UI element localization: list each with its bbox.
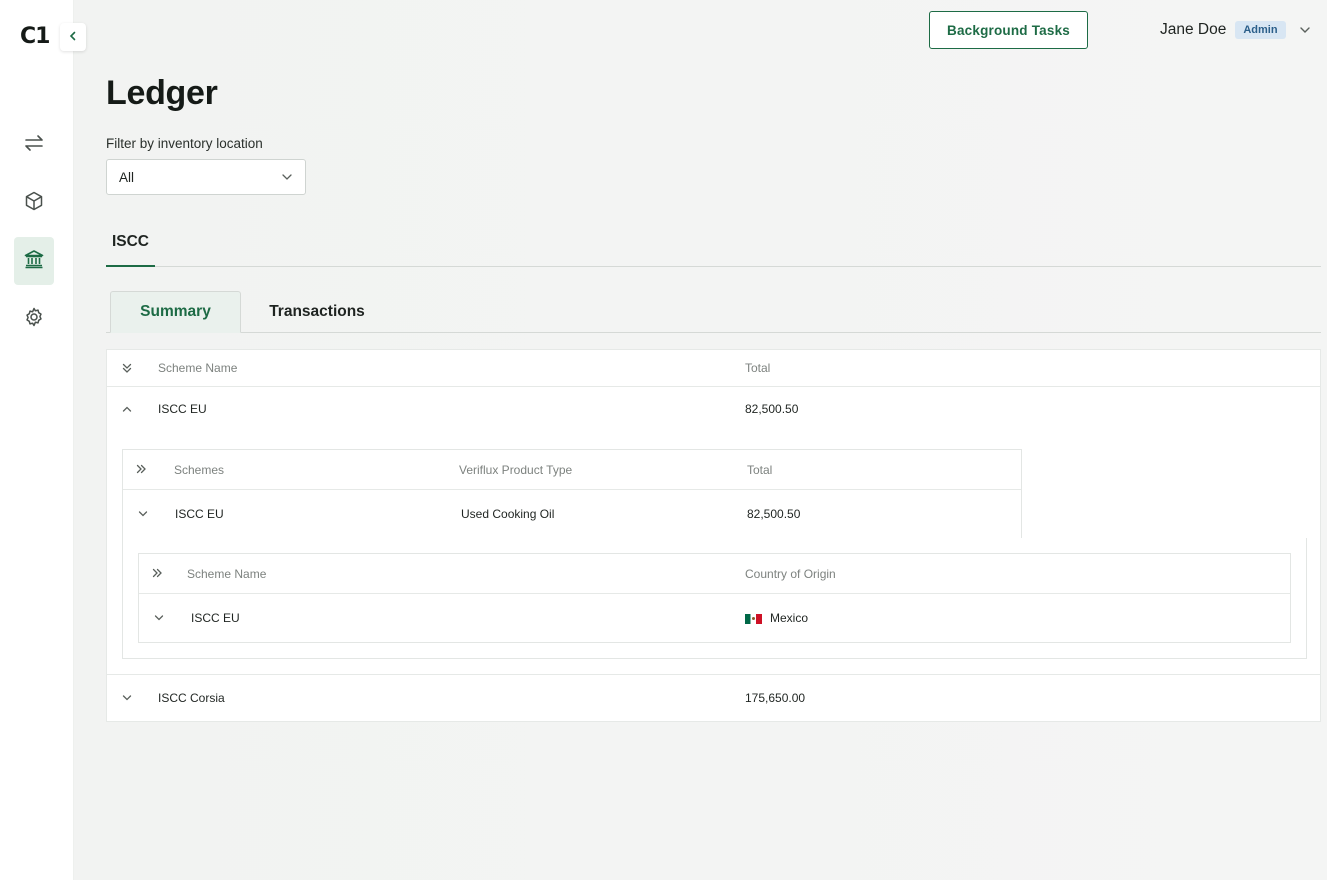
sidebar-item-transfers[interactable] [14,121,54,169]
column-header-product-type: Veriflux Product Type [459,463,573,477]
chevron-down-icon[interactable] [136,507,150,521]
cube-icon [23,190,45,217]
tab-transactions[interactable]: Transactions [241,291,393,333]
chevron-left-icon [68,28,78,46]
inventory-location-select[interactable]: All [106,159,306,195]
sidebar-collapse-button[interactable] [60,23,86,51]
sidebar-item-settings[interactable] [14,295,54,343]
total-cell: 175,650.00 [745,691,806,705]
user-name: Jane Doe [1160,21,1227,38]
sidebar-item-inventory[interactable] [14,179,54,227]
view-tabs: Summary Transactions [106,291,1321,333]
role-badge: Admin [1235,21,1286,39]
total-cell: 82,500.50 [747,507,801,521]
page-title: Ledger [106,74,218,112]
country-name: Mexico [770,611,809,625]
filter-value: All [119,169,135,185]
expand-all-icon[interactable] [134,462,148,476]
nested-table-origin: Scheme Name Country of Origin ISCC EU Me… [138,553,1291,643]
column-header-scheme-name: Scheme Name [158,361,238,375]
app-logo: C1 [20,24,50,49]
sidebar: C1 [0,0,74,880]
scheme-name-cell: ISCC EU [191,611,240,625]
chevron-down-icon[interactable] [120,691,134,705]
scheme-cell: ISCC EU [175,507,224,521]
summary-table: Scheme Name Total ISCC EU 82,500.50 Sche… [106,349,1321,722]
table-row[interactable]: ISCC Corsia 175,650.00 [107,675,1320,721]
country-cell: Mexico [745,611,808,625]
filter-label: Filter by inventory location [106,136,263,151]
column-header-scheme-name: Scheme Name [187,567,267,581]
chevron-down-icon [281,171,293,183]
scheme-name-cell: ISCC Corsia [158,691,225,705]
scheme-name-cell: ISCC EU [158,402,207,416]
chevron-down-icon[interactable] [152,611,166,625]
column-header-schemes: Schemes [174,463,225,477]
chevron-down-icon[interactable] [1299,24,1311,36]
table-row[interactable]: ISCC EU Used Cooking Oil 82,500.50 [123,490,1021,539]
product-type-cell: Used Cooking Oil [461,507,555,521]
mexico-flag-icon [745,613,762,624]
user-menu[interactable]: Jane Doe Admin [1160,19,1311,41]
bank-icon [23,248,45,275]
background-tasks-button[interactable]: Background Tasks [929,11,1088,49]
column-header-country-of-origin: Country of Origin [745,567,836,581]
arrows-exchange-icon [23,132,45,159]
sidebar-item-ledger[interactable] [14,237,54,285]
column-header-total: Total [747,463,773,477]
tab-summary[interactable]: Summary [110,291,241,333]
expand-all-icon[interactable] [120,361,134,375]
nested-table-schemes: Schemes Veriflux Product Type Total ISCC… [122,449,1022,539]
gear-icon [23,306,45,333]
table-header: Scheme Name Total [107,350,1320,386]
column-header-total: Total [745,361,771,375]
nested-expansion-panel: Scheme Name Country of Origin ISCC EU Me… [122,538,1307,659]
chevron-up-icon[interactable] [120,402,134,416]
scheme-tabs: ISCC [106,222,1321,267]
table-row[interactable]: ISCC EU Mexico [139,594,1290,643]
table-row[interactable]: ISCC EU 82,500.50 [107,387,1320,431]
tab-iscc[interactable]: ISCC [106,222,155,267]
total-cell: 82,500.50 [745,402,799,416]
expand-all-icon[interactable] [150,566,164,580]
